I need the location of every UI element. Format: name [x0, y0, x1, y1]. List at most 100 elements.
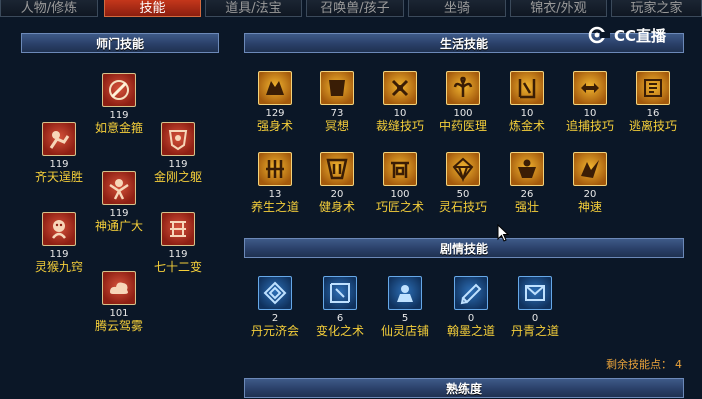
story-skill-1[interactable]: 6 变化之术 — [305, 276, 375, 338]
skill-level: 0 — [531, 313, 539, 324]
skill-name: 腾云驾雾 — [94, 319, 143, 333]
transform-icon — [161, 212, 195, 246]
ink-icon — [454, 276, 488, 310]
master-skills-header: 师门技能 — [21, 33, 219, 53]
skill-level: 119 — [168, 159, 188, 170]
cloud-icon — [102, 271, 136, 305]
skill-name: 冥想 — [324, 119, 349, 133]
master-skill-5[interactable]: 119 七十二变 — [143, 212, 213, 274]
life-skill-3[interactable]: 100 中药医理 — [428, 71, 498, 133]
life-skill-5[interactable]: 10 追捕技巧 — [555, 71, 625, 133]
skill-level: 10 — [583, 108, 597, 119]
spirit-icon — [102, 171, 136, 205]
skill-name: 中药医理 — [438, 119, 487, 133]
proficiency-header: 熟练度 — [244, 378, 684, 398]
logo-text: CC直播 — [614, 26, 667, 45]
painting-icon — [518, 276, 552, 310]
craft-icon — [383, 152, 417, 186]
life-skill-1[interactable]: 73 冥想 — [302, 71, 372, 133]
skill-level: 16 — [646, 108, 660, 119]
tab-outfit[interactable]: 锦衣/外观 — [510, 0, 607, 17]
remaining-skill-points: 剩余技能点： 4 — [606, 356, 682, 372]
skill-level: 10 — [520, 108, 534, 119]
herb-icon — [446, 71, 480, 105]
strong-icon — [510, 152, 544, 186]
story-skill-2[interactable]: 5 仙灵店铺 — [370, 276, 440, 338]
tab-skills[interactable]: 技能 — [104, 0, 201, 17]
health-icon — [258, 152, 292, 186]
skill-level: 13 — [268, 189, 282, 200]
mouse-cursor-icon — [497, 224, 509, 242]
skill-level: 20 — [330, 189, 344, 200]
skill-level: 119 — [109, 110, 129, 121]
muscle-icon — [258, 71, 292, 105]
skill-name: 逃离技巧 — [628, 119, 677, 133]
shop-icon — [388, 276, 422, 310]
meditate-icon — [320, 71, 354, 105]
skill-level: 101 — [109, 308, 129, 319]
tab-items[interactable]: 道具/法宝 — [205, 0, 302, 17]
story-skill-3[interactable]: 0 翰墨之道 — [436, 276, 506, 338]
skill-level: 119 — [49, 249, 69, 260]
skill-level: 10 — [393, 108, 407, 119]
life-skill-7[interactable]: 13 养生之道 — [240, 152, 310, 214]
tab-bar: 人物/修炼 技能 道具/法宝 召唤兽/孩子 坐骑 锦衣/外观 玩家之家 — [0, 0, 702, 19]
pill-icon — [258, 276, 292, 310]
skill-name: 灵石技巧 — [438, 200, 487, 214]
tab-pets[interactable]: 召唤兽/孩子 — [306, 0, 404, 17]
skill-name: 翰墨之道 — [446, 324, 495, 338]
chase-icon — [573, 71, 607, 105]
story-skill-0[interactable]: 2 丹元济会 — [240, 276, 310, 338]
fitness-icon — [320, 152, 354, 186]
cc-logo-icon — [588, 26, 610, 44]
scissors-icon — [383, 71, 417, 105]
skill-level: 0 — [467, 313, 475, 324]
life-skill-11[interactable]: 26 强壮 — [492, 152, 562, 214]
remaining-points-value: 4 — [675, 358, 682, 371]
skill-level: 73 — [330, 108, 344, 119]
remaining-points-label: 剩余技能点： — [606, 358, 672, 371]
tab-mount[interactable]: 坐骑 — [408, 0, 506, 17]
life-skill-8[interactable]: 20 健身术 — [302, 152, 372, 214]
story-skills-header: 剧情技能 — [244, 238, 684, 258]
life-skill-10[interactable]: 50 灵石技巧 — [428, 152, 498, 214]
life-skill-9[interactable]: 100 巧匠之术 — [365, 152, 435, 214]
life-skill-0[interactable]: 129 强身术 — [240, 71, 310, 133]
skill-level: 119 — [49, 159, 69, 170]
tab-character[interactable]: 人物/修炼 — [0, 0, 98, 17]
skill-name: 仙灵店铺 — [380, 324, 429, 338]
skill-name: 丹元济会 — [250, 324, 299, 338]
skill-level: 20 — [583, 189, 597, 200]
skill-name: 炼金术 — [508, 119, 545, 133]
life-skill-6[interactable]: 16 逃离技巧 — [618, 71, 688, 133]
monkey-fight-icon — [42, 122, 76, 156]
skill-level: 6 — [336, 313, 344, 324]
skill-level: 100 — [390, 189, 410, 200]
monkey-icon — [42, 212, 76, 246]
skill-name: 变化之术 — [315, 324, 364, 338]
change-icon — [323, 276, 357, 310]
life-skill-2[interactable]: 10 裁缝技巧 — [365, 71, 435, 133]
gem-icon — [446, 152, 480, 186]
master-skill-6[interactable]: 101 腾云驾雾 — [84, 271, 154, 333]
skill-level: 2 — [271, 313, 279, 324]
master-skill-4[interactable]: 119 灵猴九窍 — [24, 212, 94, 274]
alchemy-icon — [510, 71, 544, 105]
skill-level: 129 — [265, 108, 285, 119]
skill-level: 5 — [401, 313, 409, 324]
skill-level: 26 — [520, 189, 534, 200]
skill-name: 强壮 — [514, 200, 539, 214]
armor-icon — [161, 122, 195, 156]
speed-icon — [573, 152, 607, 186]
skill-level: 100 — [453, 108, 473, 119]
life-skill-12[interactable]: 20 神速 — [555, 152, 625, 214]
skill-name: 强身术 — [256, 119, 293, 133]
skill-name: 巧匠之术 — [375, 200, 424, 214]
skill-name: 丹青之道 — [510, 324, 559, 338]
story-skill-4[interactable]: 0 丹青之道 — [500, 276, 570, 338]
skill-name: 神速 — [577, 200, 602, 214]
life-skill-4[interactable]: 10 炼金术 — [492, 71, 562, 133]
cc-live-logo: CC直播 — [588, 23, 688, 47]
skill-level: 119 — [168, 249, 188, 260]
tab-home[interactable]: 玩家之家 — [611, 0, 702, 17]
